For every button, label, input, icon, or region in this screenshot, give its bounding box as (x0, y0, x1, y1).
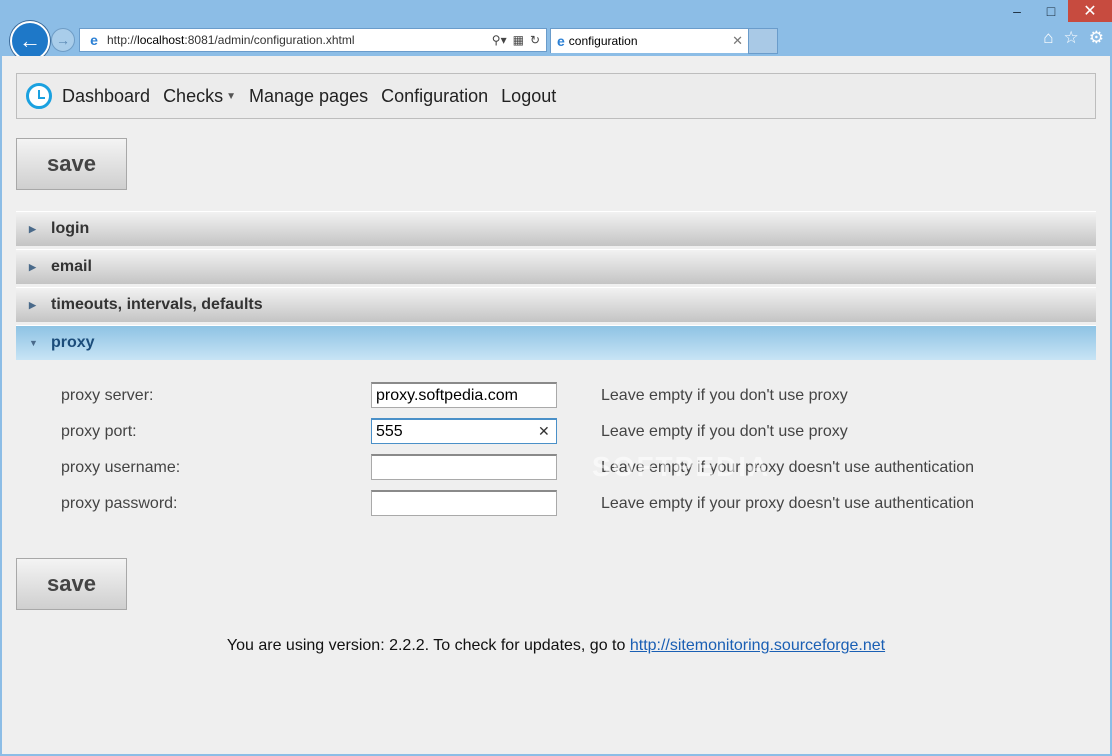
section-proxy[interactable]: ▼ proxy (16, 325, 1096, 360)
minimize-button[interactable]: – (1000, 0, 1034, 22)
gear-icon[interactable]: ⚙ (1089, 28, 1104, 48)
softpedia-watermark: SOFTPEDIA (592, 451, 771, 482)
proxy-password-label: proxy password: (61, 495, 178, 512)
clear-input-icon[interactable]: ✕ (538, 423, 550, 440)
version-text: You are using version: 2.2.2. To check f… (226, 637, 630, 654)
proxy-username-row: proxy username: Leave empty if your prox… (61, 454, 1061, 482)
ie-logo-icon: e (90, 32, 98, 48)
section-email[interactable]: ▶ email (16, 249, 1096, 284)
proxy-password-input[interactable] (371, 490, 557, 516)
close-window-button[interactable]: ✕ (1068, 0, 1112, 22)
search-icon[interactable]: ⚲▾ (492, 33, 507, 47)
proxy-server-row: proxy server: Leave empty if you don't u… (61, 382, 1061, 410)
proxy-password-hint: Leave empty if your proxy doesn't use au… (601, 495, 975, 512)
proxy-server-label: proxy server: (61, 387, 154, 404)
page-viewport: Dashboard Checks ▼ Manage pages Configura… (2, 56, 1110, 754)
section-login[interactable]: ▶ login (16, 211, 1096, 246)
triangle-right-icon: ▶ (29, 299, 36, 310)
nav-logout[interactable]: Logout (501, 86, 556, 107)
proxy-username-input[interactable] (371, 454, 557, 480)
tab-title: configuration (568, 34, 638, 48)
star-icon[interactable]: ☆ (1064, 28, 1079, 48)
proxy-port-row: proxy port: ✕ Leave empty if you don't u… (61, 418, 1061, 446)
proxy-password-row: proxy password: Leave empty if your prox… (61, 490, 1061, 518)
updates-link[interactable]: http://sitemonitoring.sourceforge.net (630, 637, 885, 654)
forward-button[interactable]: → (51, 28, 75, 52)
address-url[interactable]: http://localhost:8081/admin/configuratio… (107, 33, 492, 47)
triangle-right-icon: ▶ (29, 261, 36, 272)
nav-dashboard[interactable]: Dashboard (62, 86, 150, 107)
back-button[interactable]: ← (10, 21, 50, 61)
proxy-port-label: proxy port: (61, 423, 137, 440)
close-tab-icon[interactable]: ✕ (732, 33, 743, 49)
nav-configuration[interactable]: Configuration (381, 86, 488, 107)
window-controls: – □ ✕ (1000, 0, 1112, 22)
proxy-server-hint: Leave empty if you don't use proxy (601, 387, 848, 404)
save-button-top[interactable]: save (16, 138, 127, 190)
version-footer: You are using version: 2.2.2. To check f… (2, 637, 1110, 655)
nav-checks[interactable]: Checks ▼ (163, 86, 236, 107)
section-timeouts[interactable]: ▶ timeouts, intervals, defaults (16, 287, 1096, 322)
proxy-port-hint: Leave empty if you don't use proxy (601, 423, 848, 440)
tab-configuration[interactable]: e configuration ✕ (550, 28, 750, 53)
address-bar[interactable]: e http://localhost:8081/admin/configurat… (79, 28, 547, 52)
ie-logo-icon: e (557, 33, 565, 49)
home-icon[interactable]: ⌂ (1043, 28, 1053, 48)
nav-manage-pages[interactable]: Manage pages (249, 86, 368, 107)
proxy-port-input[interactable] (371, 418, 557, 444)
browser-window: – □ ✕ ← → e http://localhost:8081/admin/… (0, 0, 1112, 756)
new-tab-button[interactable] (748, 28, 778, 54)
maximize-button[interactable]: □ (1034, 0, 1068, 22)
refresh-icon[interactable]: ↻ (530, 33, 540, 47)
proxy-server-input[interactable] (371, 382, 557, 408)
triangle-right-icon: ▶ (29, 223, 36, 234)
save-button-bottom[interactable]: save (16, 558, 127, 610)
proxy-username-label: proxy username: (61, 459, 181, 476)
arrow-left-icon: ← (19, 28, 41, 53)
triangle-down-icon: ▼ (29, 338, 38, 348)
clock-logo-icon[interactable] (26, 83, 52, 109)
arrow-right-icon: → (56, 32, 70, 48)
top-navbar: Dashboard Checks ▼ Manage pages Configura… (16, 73, 1096, 119)
compat-icon[interactable]: ▦ (513, 33, 524, 47)
caret-down-icon: ▼ (226, 91, 236, 103)
browser-toolbar-icons: ⌂ ☆ ⚙ (1043, 28, 1104, 48)
